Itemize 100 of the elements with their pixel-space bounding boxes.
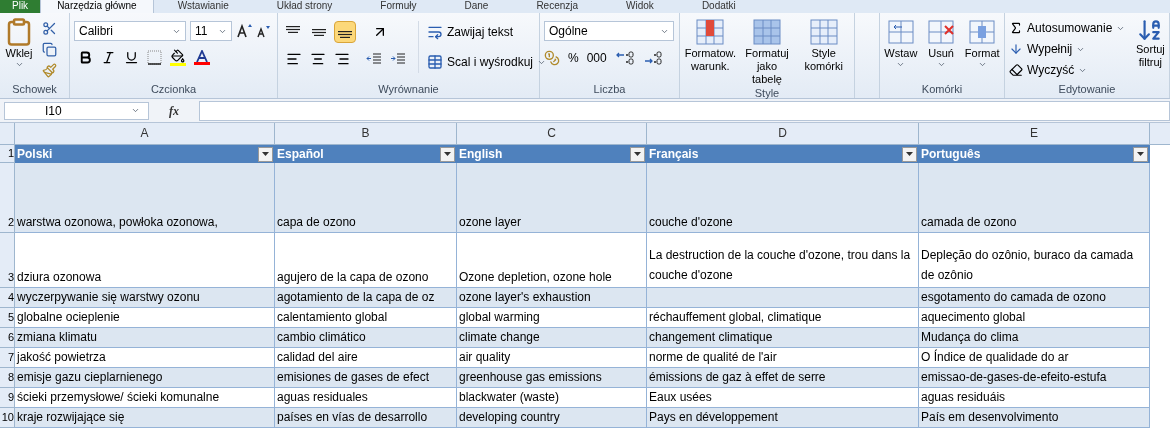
row-header[interactable]: 10 xyxy=(0,408,15,428)
caret-icon xyxy=(936,60,946,69)
column-header[interactable]: E xyxy=(919,123,1150,144)
cells-button[interactable]: Wstaw xyxy=(884,17,918,69)
row-header[interactable]: 5 xyxy=(0,308,15,328)
table-cell: emisje gazu cieplarnienego xyxy=(15,368,275,388)
row-header[interactable]: 6 xyxy=(0,328,15,348)
column-header[interactable]: A xyxy=(15,123,275,144)
table-header-cell: English xyxy=(457,145,647,163)
cells-button[interactable]: Format xyxy=(964,17,1000,69)
merge-center-button[interactable]: Scal i wyśrodkuj xyxy=(427,51,547,73)
caret-icon xyxy=(906,152,913,156)
editing-button[interactable]: Wypełnij xyxy=(1009,40,1126,58)
table-cell: camada de ozono xyxy=(919,163,1150,233)
name-box[interactable]: I10 xyxy=(4,101,149,120)
ribbon-tab[interactable]: Plik xyxy=(0,0,41,13)
table-cell: aguas residuáis xyxy=(919,388,1150,408)
ribbon-tab[interactable]: Formuły xyxy=(356,0,441,13)
font-size-dropdown[interactable]: 11 xyxy=(190,21,232,41)
table-header-cell: Português xyxy=(919,145,1150,163)
caret-icon xyxy=(131,106,140,115)
table-cell: kraje rozwijające się xyxy=(15,408,275,428)
ribbon-tab[interactable]: Recenzja xyxy=(512,0,603,13)
table-cell: émissions de gaz à effet de serre xyxy=(647,368,919,388)
sum-icon xyxy=(1009,21,1023,35)
underline-icon[interactable] xyxy=(124,50,139,65)
editing-button[interactable]: Autosumowanie xyxy=(1009,19,1126,37)
fill-color-icon[interactable] xyxy=(171,49,185,63)
filter-dropdown-button[interactable] xyxy=(630,146,645,162)
table-cell: Eaux usées xyxy=(647,388,919,408)
styles-button[interactable]: Formatow. warunk. xyxy=(684,17,737,86)
table-cell: norme de qualité de l'air xyxy=(647,348,919,368)
table-cell: cambio climático xyxy=(275,328,457,348)
cells-icon xyxy=(967,17,998,47)
ribbon-tab[interactable]: Widok xyxy=(602,0,678,13)
table-header-cell: Polski xyxy=(15,145,275,163)
align-center-icon[interactable] xyxy=(310,51,326,67)
row-header[interactable]: 3 xyxy=(0,233,15,288)
row-header[interactable]: 4 xyxy=(0,288,15,308)
font-color-icon[interactable] xyxy=(195,50,209,62)
ribbon-tab[interactable]: Narzędzia główne xyxy=(40,0,154,13)
borders-icon[interactable] xyxy=(147,50,162,65)
filter-dropdown-button[interactable] xyxy=(902,146,917,162)
fx-button[interactable]: fx xyxy=(157,101,191,120)
column-header[interactable]: C xyxy=(457,123,647,144)
group-label: Liczba xyxy=(592,82,627,97)
ribbon-tab[interactable]: Dane xyxy=(440,0,513,13)
shrink-font-icon[interactable] xyxy=(256,24,270,38)
cut-icon[interactable] xyxy=(42,21,57,36)
column-header[interactable]: B xyxy=(275,123,457,144)
filter-dropdown-button[interactable] xyxy=(258,146,273,162)
cells-button[interactable]: Usuń xyxy=(926,17,957,69)
grow-font-icon[interactable] xyxy=(236,23,252,39)
filter-dropdown-button[interactable] xyxy=(440,146,455,162)
styles-button[interactable]: Formatuj jako tabelę xyxy=(740,17,794,86)
row-header[interactable]: 1 xyxy=(0,145,15,163)
paste-button[interactable]: Wklej xyxy=(4,17,34,78)
column-header[interactable]: D xyxy=(647,123,919,144)
table-cell: agotamiento de la capa de oz xyxy=(275,288,457,308)
table-cell: ozone layer's exhaustion xyxy=(457,288,647,308)
ribbon-tab[interactable]: Układ strony xyxy=(252,0,357,13)
vertical-align-icon xyxy=(338,31,352,38)
number-format-dropdown[interactable]: Ogólne xyxy=(544,21,674,41)
editing-button[interactable]: Wyczyść xyxy=(1009,61,1126,79)
currency-icon[interactable] xyxy=(544,50,560,66)
table-cell: zmiana klimatu xyxy=(15,328,275,348)
row-header[interactable]: 8 xyxy=(0,368,15,388)
table-header-cell: Français xyxy=(647,145,919,163)
increase-indent-icon[interactable] xyxy=(390,51,406,67)
decrease-indent-icon[interactable] xyxy=(366,51,382,67)
table-cell: emisiones de gases de efect xyxy=(275,368,457,388)
thousands-button[interactable]: 000 xyxy=(586,49,607,67)
ribbon-tab[interactable]: Wstawianie xyxy=(153,0,253,13)
align-right-icon[interactable] xyxy=(334,51,350,67)
copy-icon[interactable] xyxy=(42,42,57,57)
percent-button[interactable]: % xyxy=(568,49,579,67)
row-header[interactable]: 2 xyxy=(0,163,15,233)
font-name-dropdown[interactable]: Calibri xyxy=(74,21,186,41)
table-cell: O Índice de qualidade do ar xyxy=(919,348,1150,368)
bold-icon[interactable] xyxy=(78,50,93,65)
vertical-align-button[interactable] xyxy=(334,21,356,43)
wrap-text-button[interactable]: Zawijaj tekst xyxy=(427,21,547,43)
row-header[interactable]: 7 xyxy=(0,348,15,368)
row-header[interactable]: 9 xyxy=(0,388,15,408)
table-cell: países en vías de desarrollo xyxy=(275,408,457,428)
table-cell: emissao-de-gases-de-efeito-estufa xyxy=(919,368,1150,388)
filter-dropdown-button[interactable] xyxy=(1133,146,1148,162)
caret-icon xyxy=(262,152,269,156)
align-left-icon[interactable] xyxy=(286,51,302,67)
ribbon-tab[interactable]: Dodatki xyxy=(677,0,760,13)
format-painter-icon[interactable] xyxy=(42,63,57,78)
table-style-icon xyxy=(695,17,726,47)
table-style-icon xyxy=(808,17,839,47)
sort-filter-button[interactable]: Sortuj filtruj xyxy=(1133,17,1168,79)
italic-icon[interactable] xyxy=(101,50,116,65)
formula-input[interactable] xyxy=(199,100,1170,121)
table-cell: aguas residuales xyxy=(275,388,457,408)
table-cell: agujero de la capa de ozono xyxy=(275,233,457,288)
caret-icon xyxy=(896,60,906,69)
styles-button[interactable]: Style komórki xyxy=(797,17,850,86)
